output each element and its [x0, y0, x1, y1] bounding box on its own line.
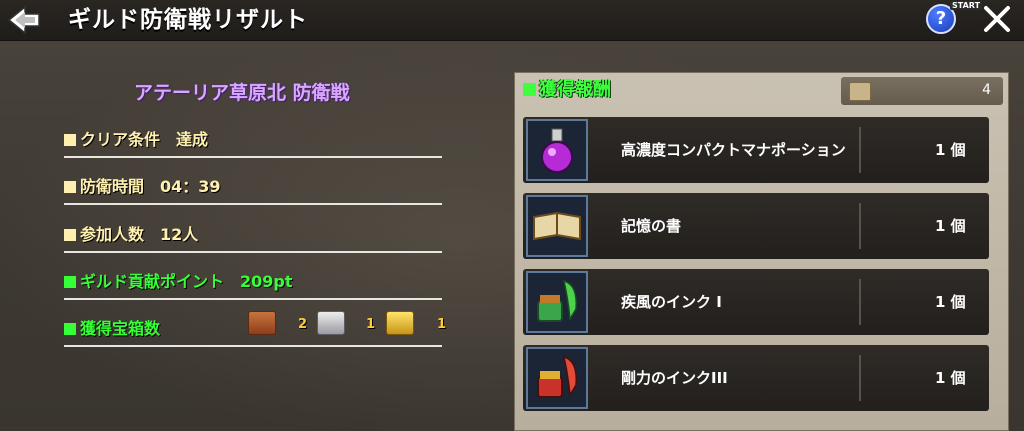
silver-chest-count: 1	[366, 317, 376, 332]
red-ink-icon	[526, 347, 588, 409]
bronze-chest-icon	[248, 311, 276, 335]
green-ink-icon	[526, 271, 588, 333]
bullet-square	[523, 83, 536, 96]
clear-condition-text: クリア条件 達成	[80, 130, 209, 149]
back-button[interactable]	[6, 3, 42, 37]
book-icon	[526, 195, 588, 257]
page-title: ギルド防衛戦リザルト	[68, 7, 308, 33]
stage-title: アテーリア草原北 防衛戦	[134, 82, 350, 104]
reward-item[interactable]: 剛力のインクIII 1 個	[523, 345, 989, 411]
bullet-square	[64, 134, 76, 146]
reward-item-quantity: 1 個	[935, 369, 966, 387]
reward-item[interactable]: 高濃度コンパクトマナポーション 1 個	[523, 117, 989, 183]
bullet-square	[64, 181, 76, 193]
gold-chest-icon	[386, 311, 414, 335]
defense-time-text: 防衛時間 04：39	[80, 177, 221, 196]
chest-count-row: 獲得宝箱数 2 1 1	[64, 311, 486, 351]
reward-item-name: 剛力のインクIII	[621, 369, 728, 387]
reward-item[interactable]: 疾風のインク I 1 個	[523, 269, 989, 335]
gold-chest-count: 1	[437, 317, 447, 332]
reward-item-name: 疾風のインク I	[621, 293, 722, 311]
result-summary-panel: アテーリア草原北 防衛戦 クリア条件 達成 防衛時間 04：39 参加人数 12…	[44, 60, 476, 360]
potion-icon	[526, 119, 588, 181]
bullet-square	[64, 229, 76, 241]
close-button[interactable]	[980, 2, 1014, 36]
close-icon	[984, 6, 1010, 32]
reward-item[interactable]: 記憶の書 1 個	[523, 193, 989, 259]
divider	[64, 203, 442, 205]
rewards-panel: 獲得報酬 4 高濃度コンパクトマナポーション 1 個 記憶の書 1 個 疾風のイ…	[514, 72, 1009, 431]
participants-row: 参加人数 12人	[64, 221, 486, 257]
reward-item-quantity: 1 個	[935, 293, 966, 311]
reward-item-quantity: 1 個	[935, 141, 966, 159]
reward-item-quantity: 1 個	[935, 217, 966, 235]
divider	[64, 345, 442, 347]
treasure-chest-icon	[849, 82, 871, 101]
divider	[859, 203, 861, 249]
back-arrow-icon	[7, 5, 40, 35]
silver-chest-icon	[317, 311, 345, 335]
chest-count-label: 獲得宝箱数	[80, 319, 161, 338]
clear-condition-row: クリア条件 達成	[64, 126, 486, 162]
header-bar: ギルド防衛戦リザルト ? START	[0, 0, 1024, 41]
divider	[64, 251, 442, 253]
reward-total-count: 4	[982, 82, 991, 98]
guild-points-text: ギルド貢献ポイント 209pt	[80, 272, 293, 291]
rewards-header-label: 獲得報酬	[539, 79, 611, 100]
bullet-square	[64, 276, 76, 288]
bullet-square	[64, 323, 76, 335]
divider	[859, 355, 861, 401]
start-label: START	[950, 1, 983, 10]
bronze-chest-count: 2	[298, 317, 308, 332]
divider	[64, 298, 442, 300]
reward-item-name: 高濃度コンパクトマナポーション	[621, 141, 846, 159]
reward-item-name: 記憶の書	[621, 217, 682, 235]
divider	[859, 279, 861, 325]
divider	[64, 156, 442, 158]
divider	[859, 127, 861, 173]
rewards-header: 獲得報酬	[523, 75, 611, 101]
guild-points-row: ギルド貢献ポイント 209pt	[64, 268, 486, 304]
participants-text: 参加人数 12人	[80, 225, 199, 244]
defense-time-row: 防衛時間 04：39	[64, 173, 486, 209]
reward-total-box: 4	[841, 77, 1003, 105]
